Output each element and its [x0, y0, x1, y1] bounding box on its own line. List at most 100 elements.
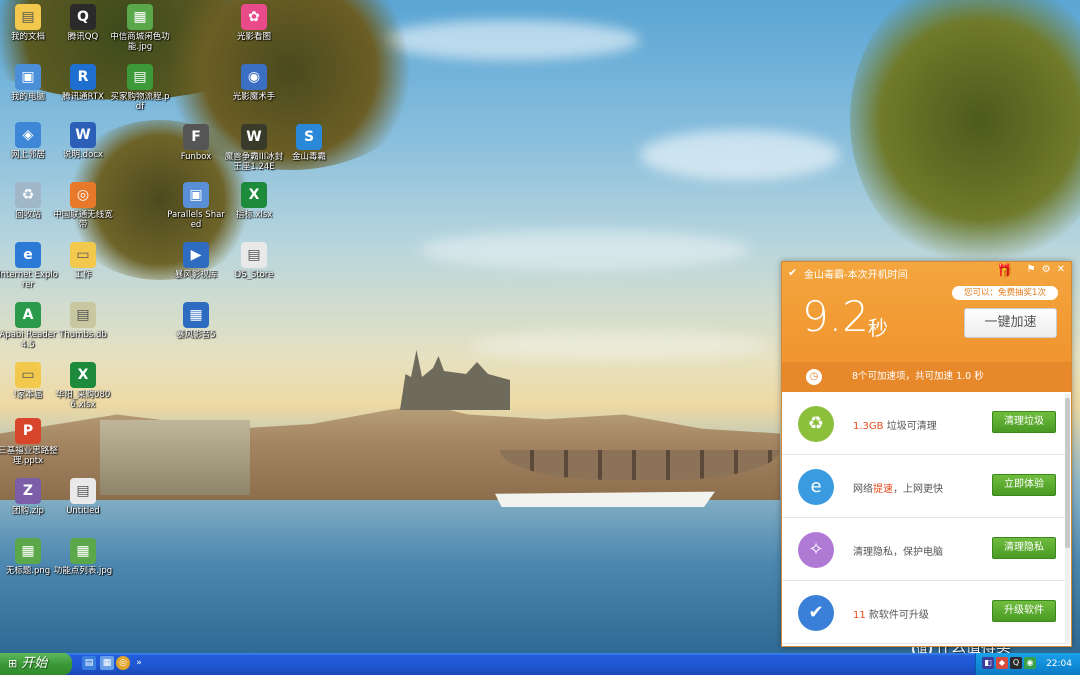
desktop-icon[interactable]: ▦ 功能点列表.jpg	[52, 538, 114, 576]
desktop-icon-label: 腾讯通RTX	[62, 92, 104, 102]
popup-header: ✔ 金山毒霸-本次开机时间 🎁 ⚑ ⚙ ✕ 您可以：免费抽奖1次 9.2 秒 一键加…	[782, 262, 1071, 392]
optimization-row: ✧ 清理隐私，保护电脑 清理隐私	[782, 518, 1066, 581]
xlsx-icon: X	[241, 182, 267, 208]
desktop-icon[interactable]: X 指标.xlsx	[223, 182, 285, 220]
optimization-description: 1.3GB 垃圾可清理	[853, 417, 937, 432]
desktop-icon-label: 金山毒霸	[291, 152, 326, 162]
feedback-icon[interactable]: ⚑	[1027, 264, 1036, 275]
desktop-icon[interactable]: ♻ 回收站	[0, 182, 59, 220]
lottery-promo[interactable]: 您可以：免费抽奖1次	[952, 286, 1058, 300]
desktop-icon[interactable]: ▭ !家本届	[0, 362, 59, 400]
popup-controls: ⚑ ⚙ ✕	[1021, 264, 1065, 275]
desktop-icon-label: 中国联通无线宽带	[53, 210, 113, 230]
clock-icon: ◷	[806, 369, 822, 385]
desktop-icon[interactable]: ▶ 暴风影视库	[165, 242, 227, 280]
settings-icon[interactable]: ⚙	[1042, 264, 1051, 275]
optimization-button[interactable]: 清理隐私	[992, 537, 1056, 559]
desktop-icon[interactable]: X 华阳_采购0806.xlsx	[52, 362, 114, 410]
quicklaunch-app-icon[interactable]: ▦	[100, 656, 114, 670]
description-highlight: 1.3GB	[853, 421, 884, 432]
desktop-icon[interactable]: ▦ 无标题.png	[0, 538, 59, 576]
computer-icon: ▣	[15, 64, 41, 90]
gift-icon[interactable]: 🎁	[996, 264, 1012, 279]
start-button[interactable]: ⊞ 开始	[0, 653, 72, 675]
desktop-icon[interactable]: ◈ 网上邻居	[0, 122, 59, 160]
desktop-icon[interactable]: ▤ 买家购物流程.pdf	[109, 64, 171, 112]
accelerate-button[interactable]: 一键加速	[964, 308, 1057, 338]
parallels-icon: ▣	[183, 182, 209, 208]
desktop-icon[interactable]: F Funbox	[165, 124, 227, 162]
optimization-button[interactable]: 升级软件	[992, 600, 1056, 622]
kingsoft-icon: S	[296, 124, 322, 150]
desktop-icon-label: 指标.xlsx	[235, 210, 273, 220]
show-desktop-icon[interactable]: ▤	[82, 656, 96, 670]
desktop-icon-label: 买家购物流程.pdf	[110, 92, 170, 112]
desktop-icon[interactable]: e Internet Explorer	[0, 242, 59, 290]
quicklaunch-browser-icon[interactable]: ◎	[116, 656, 130, 670]
tray-qq-icon[interactable]: Q	[1010, 657, 1022, 669]
accelerate-summary: 8个可加速项，共可加速 1.0 秒	[852, 371, 984, 382]
optimization-row: ✔ 11 款软件可升级 升级软件	[782, 581, 1066, 644]
desktop-icon-label: !家本届	[13, 390, 43, 400]
desktop-icon[interactable]: ▤ DS_Store	[223, 242, 285, 280]
desktop-icon[interactable]: ▤ Untitled	[52, 478, 114, 516]
desktop-icon[interactable]: Q 腾讯QQ	[52, 4, 114, 42]
desktop-icon-label: 我的电脑	[10, 92, 45, 102]
tray-network-icon[interactable]: ◧	[982, 657, 994, 669]
taskbar-clock[interactable]: 22:04	[1046, 653, 1072, 675]
scrollbar-thumb[interactable]	[1065, 398, 1070, 548]
update-icon: ✔	[798, 595, 834, 631]
folder-icon: ▭	[15, 362, 41, 388]
desktop-icon-label: 无标题.png	[5, 566, 51, 576]
desktop-icon[interactable]: Z 团购.zip	[0, 478, 59, 516]
desktop-icon[interactable]: W 魔兽争霸III冰封王座1.24E	[223, 124, 285, 172]
desktop-icon[interactable]: ▣ Parallels Shared	[165, 182, 227, 230]
ie-icon: e	[798, 469, 834, 505]
description-text: ，上网更快	[893, 484, 943, 495]
desktop-icon-label: 光影魔术手	[232, 92, 276, 102]
desktop-icon[interactable]: ▤ Thumbs.db	[52, 302, 114, 340]
desktop-icon-label: DS_Store	[234, 270, 274, 280]
desktop-icon[interactable]: ▤ 我的文档	[0, 4, 59, 42]
desktop-icon[interactable]: ▭ 工作	[52, 242, 114, 280]
desktop-icon-label: Internet Explorer	[0, 270, 58, 290]
desktop-icon-label: 华阳_采购0806.xlsx	[55, 390, 111, 410]
desktop-icon[interactable]: A Apabi Reader 4.5	[0, 302, 59, 350]
tray-antivirus-icon[interactable]: ◆	[996, 657, 1008, 669]
desktop-icon-label: 暴风影音5	[176, 330, 216, 340]
desktop-icon[interactable]: ▦ 暴风影音5	[165, 302, 227, 340]
quicklaunch-expand-icon[interactable]: »	[134, 656, 144, 670]
boot-time-unit: 秒	[868, 316, 888, 340]
desktop-icon[interactable]: ◎ 中国联通无线宽带	[52, 182, 114, 230]
optimization-button[interactable]: 清理垃圾	[992, 411, 1056, 433]
tray-app-icon[interactable]: ◉	[1024, 657, 1036, 669]
desktop-icon[interactable]: S 金山毒霸	[278, 124, 340, 162]
description-text: 款软件可升级	[865, 610, 929, 621]
desktop-icon[interactable]: ▦ 中信商城闲色功能.jpg	[109, 4, 171, 52]
desktop-icon[interactable]: R 腾讯通RTX	[52, 64, 114, 102]
photo-editor-icon: ◉	[241, 64, 267, 90]
desktop-icon[interactable]: ▣ 我的电脑	[0, 64, 59, 102]
warcraft-icon: W	[241, 124, 267, 150]
optimization-button[interactable]: 立即体验	[992, 474, 1056, 496]
desktop-icon[interactable]: W 说明.docx	[52, 122, 114, 160]
desktop-icon[interactable]: P 三基福业思路整理.pptx	[0, 418, 59, 466]
desktop-icon-label: 功能点列表.jpg	[53, 566, 113, 576]
start-label: 开始	[21, 656, 48, 671]
kingsoft-popup: ✔ 金山毒霸-本次开机时间 🎁 ⚑ ⚙ ✕ 您可以：免费抽奖1次 9.2 秒 一键加…	[781, 261, 1072, 647]
popup-scrollbar[interactable]	[1065, 394, 1070, 644]
unicom-icon: ◎	[70, 182, 96, 208]
rtx-icon: R	[70, 64, 96, 90]
description-text: 清理隐私，保护电脑	[853, 547, 943, 558]
close-icon[interactable]: ✕	[1057, 264, 1065, 275]
recycle-bin-icon: ♻	[15, 182, 41, 208]
desktop-icon-label: Funbox	[180, 152, 212, 162]
jpg-icon: ▦	[70, 538, 96, 564]
popup-title: 金山毒霸-本次开机时间	[804, 270, 908, 281]
optimization-row: ♻ 1.3GB 垃圾可清理 清理垃圾	[782, 392, 1066, 455]
desktop-icon[interactable]: ✿ 光影看图	[223, 4, 285, 42]
desktop-icon[interactable]: ◉ 光影魔术手	[223, 64, 285, 102]
desktop-icon-label: 腾讯QQ	[67, 32, 99, 42]
desktop-icon-label: 三基福业思路整理.pptx	[0, 446, 58, 466]
desktop-icon-label: 回收站	[15, 210, 41, 220]
